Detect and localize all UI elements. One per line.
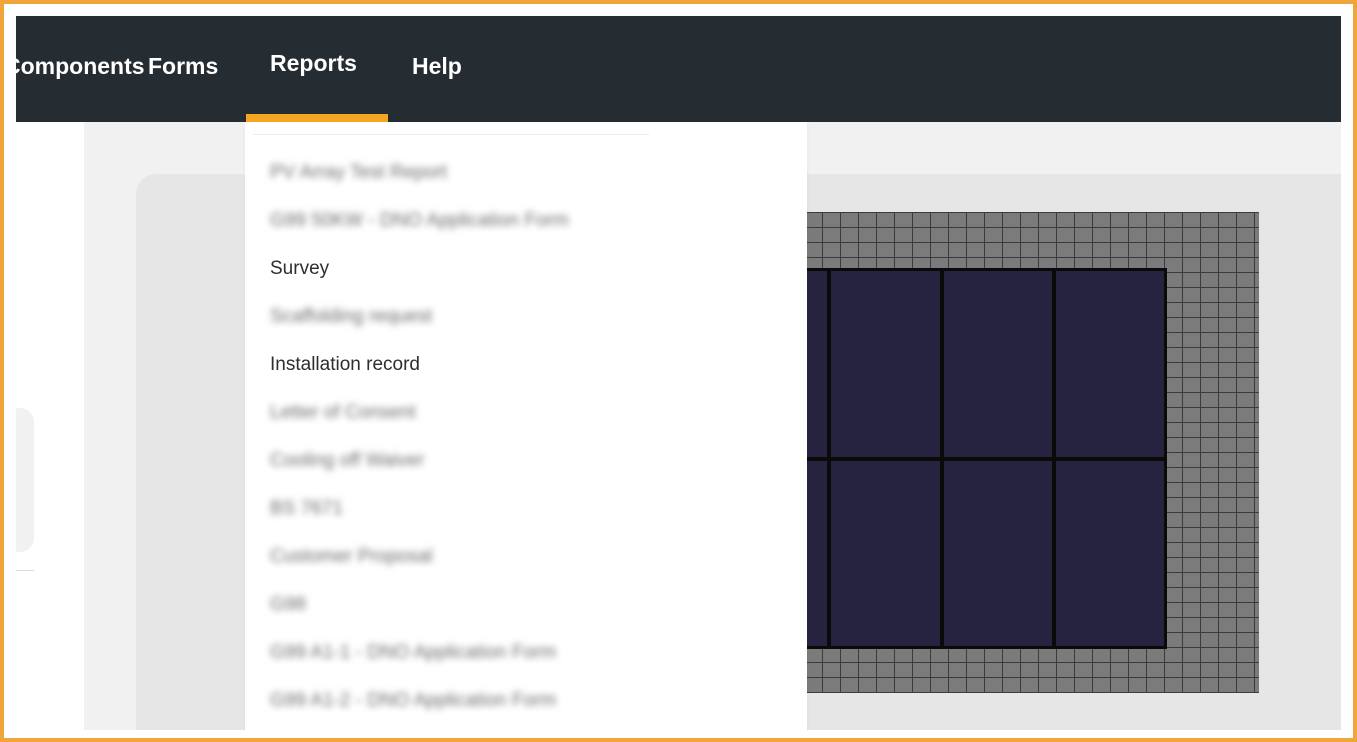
dropdown-divider: [253, 134, 649, 135]
solar-panel[interactable]: [943, 271, 1052, 457]
solar-panel[interactable]: [831, 271, 940, 457]
solar-panel[interactable]: [831, 460, 940, 646]
menu-item-g99-a1-1-form[interactable]: G99 A1-1 - DNO Application Form: [270, 642, 556, 664]
nav-reports[interactable]: Reports: [270, 16, 357, 122]
left-panel: [16, 122, 84, 730]
solar-panel[interactable]: [943, 460, 1052, 646]
menu-item-g99-50kw-form[interactable]: G99 50KW - DNO Application Form: [270, 210, 569, 232]
left-card[interactable]: [16, 408, 34, 552]
top-navbar: Components Forms Reports Help: [16, 16, 1341, 122]
solar-panel[interactable]: [1055, 460, 1164, 646]
menu-item-installation-record[interactable]: Installation record: [270, 354, 420, 376]
left-divider: [16, 570, 34, 571]
menu-item-g98[interactable]: G98: [270, 594, 306, 616]
app-window: Components Forms Reports Help PV Array T…: [16, 16, 1341, 730]
solar-panel[interactable]: [1055, 271, 1164, 457]
reports-dropdown-menu: PV Array Test Report G99 50KW - DNO Appl…: [245, 122, 807, 730]
active-nav-indicator: [246, 114, 388, 122]
menu-item-customer-proposal[interactable]: Customer Proposal: [270, 546, 433, 568]
menu-item-g99-a1-2-form[interactable]: G99 A1-2 - DNO Application Form: [270, 690, 556, 712]
menu-item-bs-7671[interactable]: BS 7671: [270, 498, 343, 520]
nav-help[interactable]: Help: [412, 16, 462, 122]
menu-item-pv-array-test-report[interactable]: PV Array Test Report: [270, 162, 447, 184]
menu-item-scaffolding-request[interactable]: Scaffolding request: [270, 306, 432, 328]
menu-item-letter-of-consent[interactable]: Letter of Consent: [270, 402, 416, 424]
menu-item-cooling-off-waiver[interactable]: Cooling off Waiver: [270, 450, 424, 472]
nav-forms[interactable]: Forms: [148, 16, 218, 122]
menu-item-survey[interactable]: Survey: [270, 258, 329, 280]
nav-components[interactable]: Components: [16, 16, 145, 122]
